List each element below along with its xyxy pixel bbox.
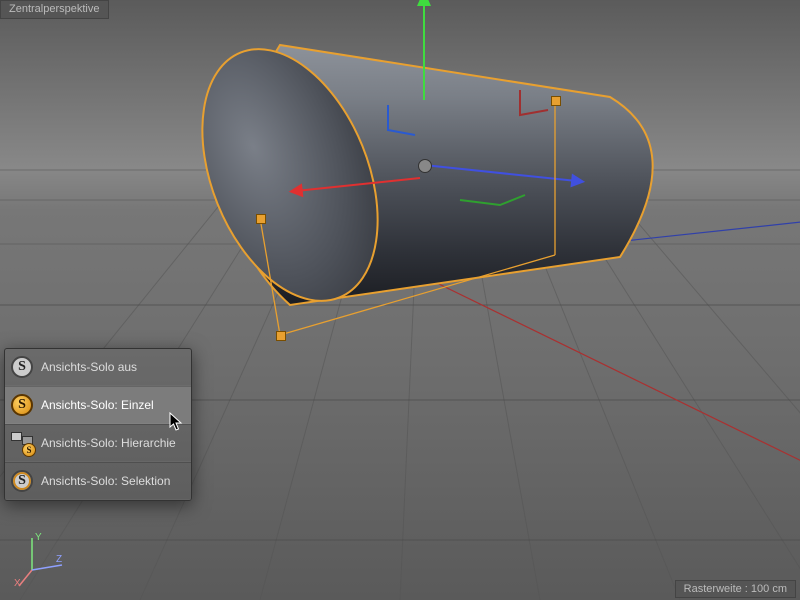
axis-x-label: X (14, 578, 21, 589)
solo-selection-icon: S (11, 470, 33, 492)
axis-y-label: Y (35, 532, 42, 543)
solo-off-icon: S (11, 356, 33, 378)
solo-single-icon: S (11, 394, 33, 416)
axis-z-label: Z (56, 554, 62, 565)
grid-size-label: Rasterweite : 100 cm (675, 580, 796, 598)
context-menu: S Ansichts-Solo aus S Ansichts-Solo: Ein… (4, 348, 192, 501)
mini-axis-indicator: Y X Z (14, 528, 74, 588)
menu-item-solo-hierarchy[interactable]: S Ansichts-Solo: Hierarchie (5, 424, 191, 462)
view-label: Zentralperspektive (0, 0, 109, 19)
menu-item-label: Ansichts-Solo: Hierarchie (41, 436, 176, 450)
solo-hierarchy-icon: S (11, 432, 33, 454)
menu-item-label: Ansichts-Solo aus (41, 360, 137, 374)
menu-item-label: Ansichts-Solo: Selektion (41, 474, 170, 488)
param-handle[interactable] (256, 214, 266, 224)
param-handle[interactable] (276, 331, 286, 341)
menu-item-solo-single[interactable]: S Ansichts-Solo: Einzel (5, 386, 191, 424)
menu-item-label: Ansichts-Solo: Einzel (41, 398, 154, 412)
menu-item-solo-selection[interactable]: S Ansichts-Solo: Selektion (5, 462, 191, 500)
parametric-handles[interactable] (0, 0, 800, 600)
param-handle[interactable] (551, 96, 561, 106)
viewport-3d[interactable]: Zentralperspektive S Ansichts-Solo aus S… (0, 0, 800, 600)
menu-item-solo-off[interactable]: S Ansichts-Solo aus (5, 349, 191, 386)
